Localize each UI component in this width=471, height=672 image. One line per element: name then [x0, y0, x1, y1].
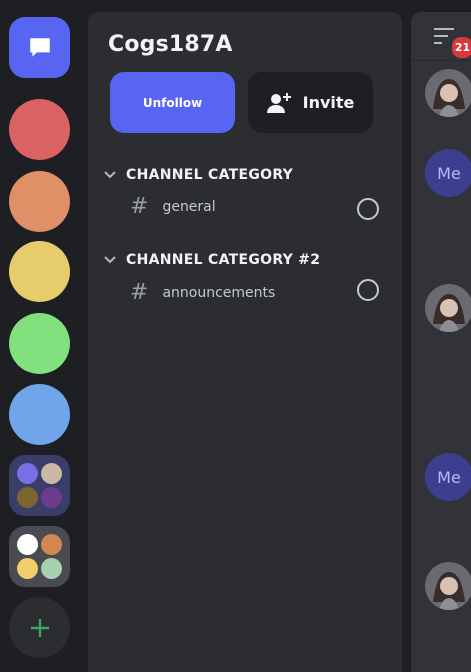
user-avatar-icon: [425, 284, 471, 332]
category-label: CHANNEL CATEGORY: [126, 167, 294, 183]
folder-server-dot: [17, 534, 38, 555]
server-rail: [0, 0, 80, 658]
channel-select-radio[interactable]: [357, 198, 379, 220]
chevron-down-icon: [104, 171, 116, 179]
folder-server-dot: [17, 463, 38, 484]
channel-select-radio[interactable]: [357, 279, 379, 301]
invite-label: Invite: [302, 93, 355, 112]
direct-messages-button[interactable]: [9, 17, 70, 78]
avatar[interactable]: [425, 284, 471, 332]
chat-preview-column: 21 Me Me: [411, 12, 471, 672]
channel-name: announcements: [162, 284, 276, 301]
avatar[interactable]: [425, 69, 471, 117]
avatar[interactable]: [425, 562, 471, 610]
server-folder-2[interactable]: [9, 526, 70, 587]
folder-server-dot: [41, 463, 62, 484]
folder-server-dot: [41, 487, 62, 508]
chat-header: 21: [411, 12, 471, 61]
user-avatar-icon: [425, 69, 471, 117]
server-icon-orange[interactable]: [9, 171, 70, 232]
channel-name: general: [162, 198, 216, 215]
channel-item-announcements[interactable]: # announcements: [130, 280, 275, 305]
category-label: CHANNEL CATEGORY #2: [126, 252, 321, 268]
chat-bubble-icon: [29, 37, 50, 57]
server-icon-yellow[interactable]: [9, 241, 70, 302]
invite-button[interactable]: Invite: [248, 72, 373, 133]
unfollow-button[interactable]: Unfollow: [110, 72, 235, 133]
server-folder-1[interactable]: [9, 455, 70, 516]
notification-badge: 21: [450, 35, 471, 60]
channel-category-2[interactable]: CHANNEL CATEGORY #2: [104, 252, 320, 268]
channel-category-1[interactable]: CHANNEL CATEGORY: [104, 167, 293, 183]
folder-server-dot: [41, 534, 62, 555]
server-icon-red[interactable]: [9, 99, 70, 160]
folder-server-dot: [41, 558, 62, 579]
user-avatar-icon: [425, 562, 471, 610]
chevron-down-icon: [104, 256, 116, 264]
hashtag-icon: #: [130, 194, 149, 219]
hashtag-icon: #: [130, 280, 149, 305]
add-server-button[interactable]: [9, 597, 70, 658]
add-user-icon: [266, 92, 291, 113]
folder-server-dot: [17, 487, 38, 508]
server-name: Cogs187A: [108, 32, 233, 57]
channel-panel: Cogs187A Unfollow Invite CHANNEL CATEGOR…: [88, 12, 402, 672]
server-icon-green[interactable]: [9, 313, 70, 374]
me-avatar[interactable]: Me: [425, 453, 471, 501]
channel-item-general[interactable]: # general: [130, 194, 216, 219]
folder-server-dot: [17, 558, 38, 579]
me-avatar[interactable]: Me: [425, 149, 471, 197]
server-icon-blue[interactable]: [9, 384, 70, 445]
plus-icon: [30, 618, 49, 637]
